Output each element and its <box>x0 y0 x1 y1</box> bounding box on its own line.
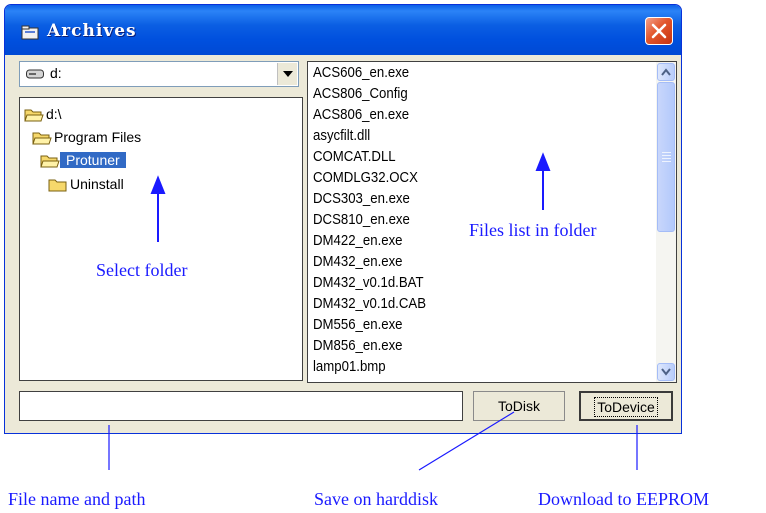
annotation-file-name-path: File name and path <box>8 489 146 509</box>
annotation-download-eeprom: Download to EEPROM <box>538 489 709 509</box>
save-harddisk-pointer <box>418 411 515 471</box>
annotation-lines <box>108 152 638 471</box>
select-folder-arrowhead <box>150 175 166 194</box>
annotation-select-folder: Select folder <box>96 260 188 280</box>
annotation-files-list: Files list in folder <box>469 220 597 240</box>
files-list-arrowhead <box>535 152 551 171</box>
annotation-save-harddisk: Save on harddisk <box>314 489 438 509</box>
